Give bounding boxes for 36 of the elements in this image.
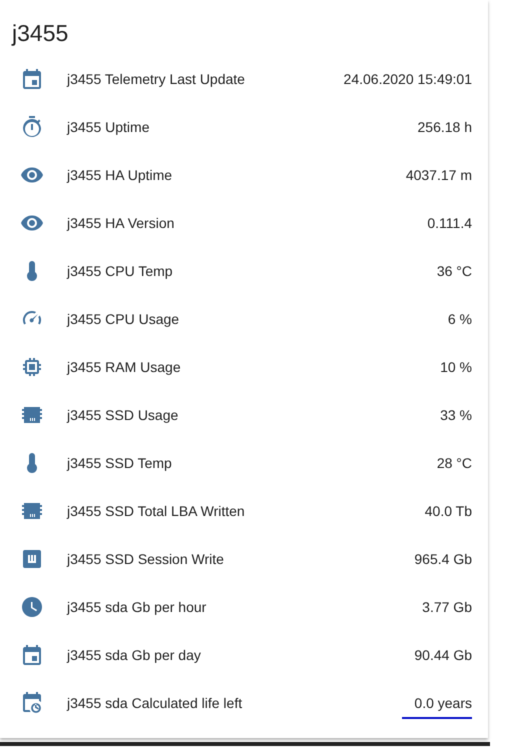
- entity-name: j3455 Telemetry Last Update: [67, 71, 246, 87]
- calendar-icon: [20, 67, 44, 91]
- entity-name: j3455 SSD Usage: [67, 407, 180, 423]
- entity-state: 0.0 years: [402, 695, 472, 719]
- entity-name: j3455 sda Calculated life left: [67, 695, 244, 711]
- entity-name: j3455 HA Uptime: [67, 167, 174, 183]
- entity-name: j3455 RAM Usage: [67, 359, 182, 375]
- entity-state: 40.0 Tb: [424, 503, 472, 519]
- entity-name: j3455 CPU Temp: [67, 263, 174, 279]
- entity-state: 33 %: [439, 407, 472, 423]
- entity-state: 28 °C: [436, 455, 472, 471]
- entity-name: j3455 sda Gb per day: [67, 647, 202, 663]
- entity-state: 6 %: [446, 311, 472, 327]
- chip-icon: [20, 355, 44, 379]
- entity-state: 965.4 Gb: [413, 551, 472, 567]
- entity-state: 36 °C: [436, 263, 472, 279]
- entity-state: 0.111.4: [426, 215, 472, 231]
- entity-state: 256.18 h: [416, 119, 472, 135]
- entity-name: j3455 CPU Usage: [67, 311, 180, 327]
- calendar-clock-icon: [20, 691, 44, 715]
- timer-icon: [20, 115, 44, 139]
- calendar-icon: [20, 643, 44, 667]
- entity-name: j3455 sda Gb per hour: [67, 599, 208, 615]
- letter-w-icon: [20, 547, 44, 571]
- entity-state: 90.44 Gb: [413, 647, 472, 663]
- entity-name: j3455 HA Version: [67, 215, 176, 231]
- clock-icon: [20, 595, 44, 619]
- entity-name: j3455 SSD Session Write: [67, 551, 225, 567]
- entity-name: j3455 Uptime: [67, 119, 150, 135]
- entity-state: 4037.17 m: [404, 167, 472, 183]
- entity-name: j3455 SSD Total LBA Written: [67, 503, 246, 519]
- entity-name: j3455 SSD Temp: [67, 455, 173, 471]
- entity-state: 10 %: [439, 359, 472, 375]
- entity-state: 24.06.2020 15:49:01: [342, 71, 472, 87]
- card-title: j3455: [10, 19, 70, 48]
- entity-state: 3.77 Gb: [421, 599, 472, 615]
